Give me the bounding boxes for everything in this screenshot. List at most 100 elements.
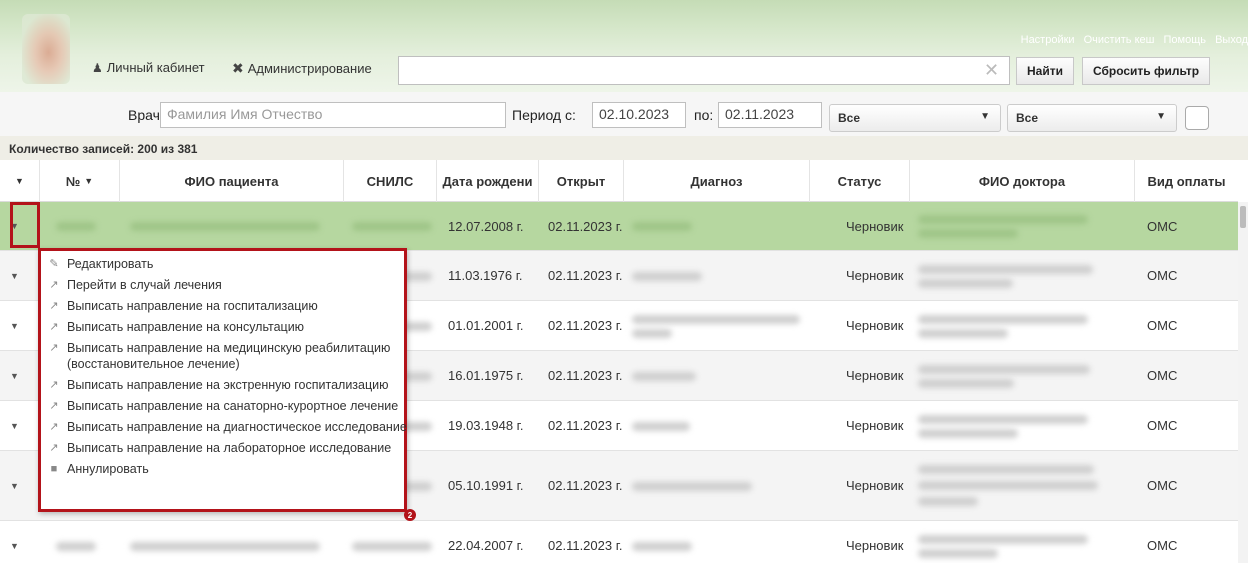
scrollbar-thumb[interactable] [1240,206,1246,228]
column-payment[interactable]: Вид оплаты [1135,160,1238,202]
birth-date: 11.03.1976 г. [448,268,523,283]
find-button[interactable]: Найти [1016,57,1074,85]
menu-item-label: Выписать направление на медицинскую реаб… [67,341,391,355]
redacted-doctor [918,415,1088,424]
filter-checkbox[interactable] [1185,106,1209,130]
redacted-diagnosis [632,542,692,551]
birth-date: 05.10.1991 г. [448,478,524,493]
external-link-icon: ↗ [49,421,59,433]
birth-date: 01.01.2001 г. [448,318,524,333]
reset-filter-button[interactable]: Сбросить фильтр [1082,57,1210,85]
redacted-doctor [918,365,1090,374]
column-number-label: № [65,173,81,189]
table-row[interactable]: ▼ 12.07.2008 г. 02.11.2023 г. Черновик О… [0,202,1238,251]
payment-value: ОМС [1147,478,1178,493]
menu-item-edit[interactable]: ✎ Редактировать [47,256,404,272]
clear-cache-link[interactable]: Очистить кеш [1084,34,1155,46]
pencil-icon: ✎ [49,258,59,270]
status-select[interactable]: Все ▼ [829,104,1001,132]
redacted-doctor [918,265,1093,274]
column-snils[interactable]: СНИЛС [344,160,437,202]
nav-administration[interactable]: ✖ Администрирование [232,60,372,77]
opened-date: 02.11.2023 г. [548,538,623,553]
settings-link[interactable]: Настройки [1021,34,1075,46]
external-link-icon: ↗ [49,321,59,333]
highlight-expand-button [10,202,40,248]
type-select[interactable]: Все ▼ [1007,104,1177,132]
row-context-menu: ✎ Редактировать ↗ Перейти в случай лечен… [38,248,407,512]
nav-personal-cabinet[interactable]: ♟ Личный кабинет [92,60,205,75]
status-value: Черновик [846,478,904,493]
help-link[interactable]: Помощь [1164,34,1207,46]
redacted-doctor [918,279,1013,288]
column-doctor[interactable]: ФИО доктора [910,160,1135,202]
redacted-diagnosis [632,482,752,491]
logout-link[interactable]: Выход [1215,34,1248,46]
opened-date: 02.11.2023 г. [548,318,623,333]
redacted-doctor [918,535,1088,544]
menu-item-label: Выписать направление на лабораторное исс… [67,441,392,455]
caret-down-icon: ▼ [980,111,990,122]
status-value: Черновик [846,538,904,553]
birth-date: 22.04.2007 г. [448,538,524,553]
menu-item-sanatorium-referral[interactable]: ↗ Выписать направление на санаторно-куро… [47,398,404,414]
chevron-down-icon[interactable]: ▼ [10,251,19,300]
menu-item-label-line2: (восстановительное лечение) [67,357,240,371]
search-input[interactable] [398,56,1010,85]
redacted-doctor [918,481,1098,490]
opened-date: 02.11.2023 г. [548,368,623,383]
caret-down-icon: ▼ [1156,111,1166,122]
vertical-scrollbar[interactable] [1238,202,1248,563]
records-count: Количество записей: 200 из 381 [0,136,1248,160]
redacted-doctor [918,215,1088,224]
menu-item-open-case[interactable]: ↗ Перейти в случай лечения [47,277,404,293]
menu-item-laboratory-referral[interactable]: ↗ Выписать направление на лабораторное и… [47,440,404,456]
table-row[interactable]: ▼ 22.04.2007 г. 02.11.2023 г. Черновик О… [0,521,1238,563]
chevron-down-icon[interactable]: ▼ [10,401,19,450]
redacted-doctor [918,229,1018,238]
status-value: Черновик [846,218,904,234]
menu-item-rehabilitation-referral[interactable]: ↗ Выписать направление на медицинскую ре… [47,340,404,372]
redacted-doctor [918,379,1014,388]
menu-item-emergency-hospitalization-referral[interactable]: ↗ Выписать направление на экстренную гос… [47,377,404,393]
menu-item-hospitalization-referral[interactable]: ↗ Выписать направление на госпитализацию [47,298,404,314]
type-select-value: Все [1016,111,1039,125]
payment-value: ОМС [1147,368,1178,383]
external-link-icon: ↗ [49,400,59,412]
clear-search-icon[interactable]: ✕ [984,60,999,81]
redacted-doctor [918,315,1088,324]
menu-item-label: Редактировать [67,257,154,271]
menu-item-label: Выписать направление на госпитализацию [67,299,318,313]
column-opened[interactable]: Открыт [539,160,624,202]
menu-item-diagnostic-referral[interactable]: ↗ Выписать направление на диагностическо… [47,419,406,435]
chevron-down-icon[interactable]: ▼ [10,521,19,563]
chevron-down-icon[interactable]: ▼ [10,451,19,520]
external-link-icon: ↗ [49,379,59,391]
column-number[interactable]: № ▼ [40,160,120,202]
menu-item-label-group: Выписать направление на медицинскую реаб… [67,340,390,372]
column-diagnosis[interactable]: Диагноз [624,160,810,202]
redacted-snils [352,222,432,231]
period-from-field[interactable]: 02.10.2023 [592,102,686,128]
chevron-down-icon[interactable]: ▼ [10,351,19,400]
menu-item-label: Выписать направление на консультацию [67,320,305,334]
menu-item-annul[interactable]: ■ Аннулировать [47,461,404,477]
status-select-value: Все [838,111,861,125]
column-patient-name[interactable]: ФИО пациента [120,160,344,202]
column-status[interactable]: Статус [810,160,910,202]
redacted-patient-name [130,542,320,551]
external-link-icon: ↗ [49,279,59,291]
payment-value: ОМС [1147,538,1178,553]
column-birth-date[interactable]: Дата рождени [437,160,539,202]
doctor-field[interactable]: Фамилия Имя Отчество [160,102,506,128]
menu-item-consultation-referral[interactable]: ↗ Выписать направление на консультацию [47,319,404,335]
period-to-field[interactable]: 02.11.2023 [718,102,822,128]
payment-value: ОМС [1147,418,1178,433]
menu-item-label: Перейти в случай лечения [67,278,222,292]
expand-all-toggle[interactable]: ▼ [0,160,40,202]
doctor-label: Врач: [128,107,164,123]
redacted-doctor [918,429,1018,438]
redacted-number [56,542,96,551]
chevron-down-icon[interactable]: ▼ [10,301,19,350]
menu-item-label: Выписать направление на экстренную госпи… [67,378,389,392]
